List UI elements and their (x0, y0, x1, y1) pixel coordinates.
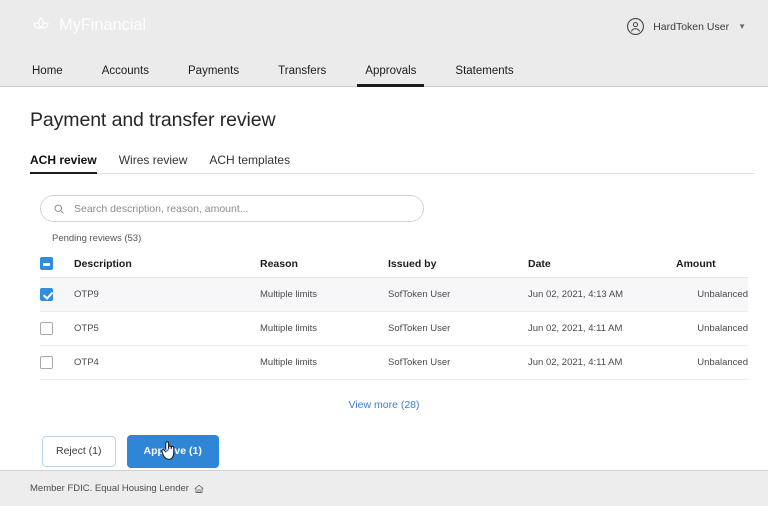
select-all-cell (40, 251, 74, 278)
view-more-link[interactable]: View more (28) (349, 399, 420, 411)
primary-navigation: Home Accounts Payments Transfers Approva… (0, 52, 553, 87)
equal-housing-lender-icon (194, 484, 204, 493)
nav-item-approvals[interactable]: Approvals (357, 65, 425, 87)
cell-amount: Unbalanced (676, 277, 748, 312)
nav-item-statements[interactable]: Statements (455, 65, 513, 86)
footer-legal: Member FDIC. Equal Housing Lender (30, 483, 204, 494)
table-row[interactable]: OTP9 Multiple limits SofToken User Jun 0… (40, 277, 748, 312)
table-row[interactable]: OTP4 Multiple limits SofToken User Jun 0… (40, 345, 748, 380)
brand-name: MyFinancial (59, 15, 146, 34)
user-avatar-icon (627, 18, 645, 35)
user-name-label: HardToken User (653, 20, 730, 33)
user-menu[interactable]: HardToken User ▼ (626, 17, 746, 36)
page-title: Payment and transfer review (30, 109, 276, 131)
nav-item-payments[interactable]: Payments (188, 65, 239, 86)
cell-description: OTP4 (74, 345, 260, 380)
tab-ach-review[interactable]: ACH review (30, 153, 97, 174)
page-footer: Member FDIC. Equal Housing Lender (0, 470, 768, 506)
row-checkbox[interactable] (40, 322, 53, 335)
search-bar[interactable] (40, 195, 424, 222)
cell-date: Jun 02, 2021, 4:11 AM (528, 311, 676, 346)
cell-reason: Multiple limits (260, 345, 388, 380)
cell-issued-by: SofToken User (388, 311, 528, 346)
row-select-cell (40, 345, 74, 380)
page-right-edge (754, 174, 768, 433)
table-row[interactable]: OTP5 Multiple limits SofToken User Jun 0… (40, 311, 748, 346)
cell-reason: Multiple limits (260, 311, 388, 346)
cell-issued-by: SofToken User (388, 345, 528, 380)
view-more-row: View more (28) (0, 380, 768, 413)
tab-wires-review[interactable]: Wires review (119, 153, 188, 174)
tab-ach-templates[interactable]: ACH templates (209, 153, 290, 174)
column-header-issued-by[interactable]: Issued by (388, 251, 528, 278)
cell-issued-by: SofToken User (388, 277, 528, 312)
chevron-down-icon: ▼ (738, 21, 746, 31)
row-select-cell (40, 311, 74, 346)
cell-amount: Unbalanced (676, 345, 748, 380)
action-buttons: Reject (1) Approve (1) (42, 435, 768, 468)
search-input[interactable] (74, 202, 411, 215)
cell-amount: Unbalanced (676, 311, 748, 346)
app-window: MyFinancial HardToken User ▼ Home Accoun… (0, 0, 768, 506)
column-header-date[interactable]: Date (528, 251, 676, 278)
row-checkbox[interactable] (40, 288, 53, 301)
cell-date: Jun 02, 2021, 4:11 AM (528, 345, 676, 380)
nav-item-transfers[interactable]: Transfers (278, 65, 326, 86)
column-header-amount[interactable]: Amount (676, 251, 748, 278)
top-header-bar: MyFinancial HardToken User ▼ Home Accoun… (0, 0, 768, 87)
select-all-checkbox[interactable] (40, 257, 53, 270)
cell-reason: Multiple limits (260, 277, 388, 312)
pending-reviews-count: Pending reviews (53) (52, 233, 142, 244)
table-header-row: Description Reason Issued by Date Amount (40, 251, 748, 278)
column-header-reason[interactable]: Reason (260, 251, 388, 278)
main-content: Payment and transfer review ACH review W… (0, 87, 768, 469)
lotus-logo-icon (33, 17, 49, 29)
row-checkbox[interactable] (40, 356, 53, 369)
column-header-description[interactable]: Description (74, 251, 260, 278)
review-tabs: ACH review Wires review ACH templates (0, 149, 768, 174)
nav-item-home[interactable]: Home (32, 65, 63, 86)
footer-legal-text: Member FDIC. Equal Housing Lender (30, 483, 189, 494)
row-select-cell (40, 277, 74, 312)
approve-button[interactable]: Approve (1) (126, 435, 219, 468)
brand-logo[interactable]: MyFinancial (30, 14, 146, 36)
cell-description: OTP5 (74, 311, 260, 346)
nav-item-accounts[interactable]: Accounts (102, 65, 149, 86)
cell-description: OTP9 (74, 277, 260, 312)
cell-date: Jun 02, 2021, 4:13 AM (528, 277, 676, 312)
search-icon (54, 204, 64, 214)
reviews-table: Description Reason Issued by Date Amount… (40, 251, 748, 380)
reject-button[interactable]: Reject (1) (42, 436, 116, 467)
